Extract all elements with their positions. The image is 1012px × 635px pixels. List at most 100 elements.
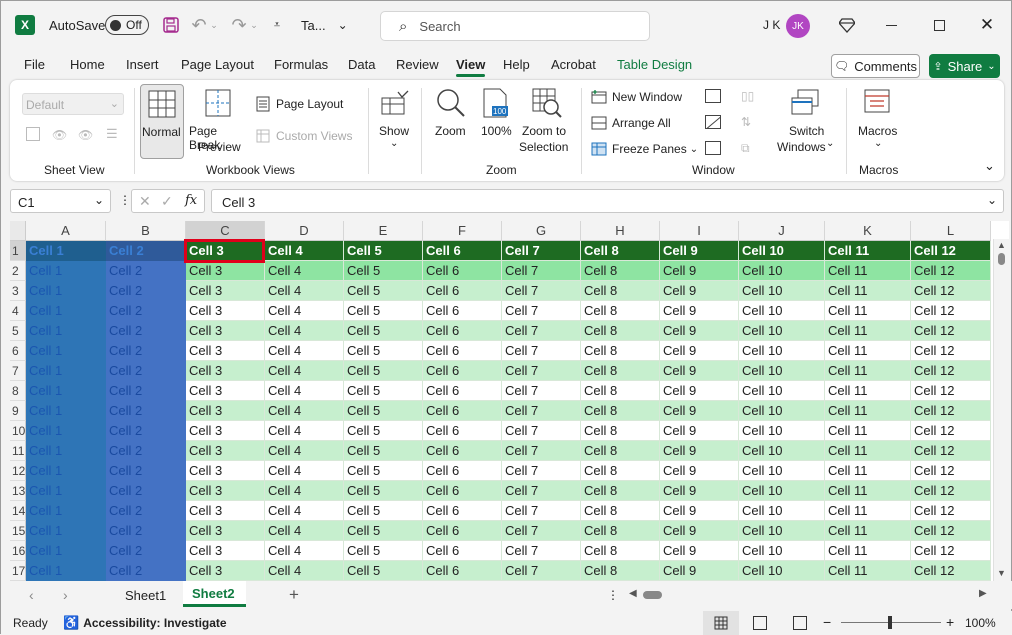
- table-cell[interactable]: Cell 11: [825, 341, 911, 361]
- row-header[interactable]: 8: [10, 381, 26, 401]
- tab-data[interactable]: Data: [348, 57, 375, 72]
- table-cell[interactable]: Cell 9: [660, 521, 739, 541]
- table-cell[interactable]: Cell 10: [739, 461, 825, 481]
- table-cell[interactable]: Cell 7: [502, 561, 581, 581]
- table-cell[interactable]: Cell 3: [186, 461, 265, 481]
- table-cell[interactable]: Cell 12: [911, 421, 991, 441]
- table-cell[interactable]: Cell 9: [660, 561, 739, 581]
- tab-table-design[interactable]: Table Design: [617, 57, 692, 72]
- switch-windows-button[interactable]: Switch Windows ⌄: [774, 84, 836, 159]
- table-cell[interactable]: Cell 12: [911, 441, 991, 461]
- cancel-icon[interactable]: ✕: [139, 193, 151, 210]
- table-cell[interactable]: Cell 4: [265, 561, 344, 581]
- vscroll-down-icon[interactable]: ▼: [997, 568, 1006, 578]
- table-cell[interactable]: Cell 12: [911, 561, 991, 581]
- arrange-all-button[interactable]: Arrange All: [591, 114, 671, 132]
- table-cell[interactable]: Cell 11: [825, 441, 911, 461]
- row-header[interactable]: 3: [10, 281, 26, 301]
- table-cell[interactable]: Cell 2: [106, 321, 186, 341]
- table-cell[interactable]: Cell 12: [911, 541, 991, 561]
- table-cell[interactable]: Cell 4: [265, 401, 344, 421]
- table-cell[interactable]: Cell 4: [265, 521, 344, 541]
- table-cell[interactable]: Cell 2: [106, 281, 186, 301]
- table-cell[interactable]: Cell 5: [344, 341, 423, 361]
- table-cell[interactable]: Cell 10: [739, 541, 825, 561]
- tab-file[interactable]: File: [24, 57, 45, 72]
- table-cell[interactable]: Cell 1: [26, 381, 106, 401]
- table-cell[interactable]: Cell 3: [186, 381, 265, 401]
- table-cell[interactable]: Cell 6: [423, 321, 502, 341]
- row-header[interactable]: 10: [10, 421, 26, 441]
- table-cell[interactable]: Cell 11: [825, 361, 911, 381]
- zoom-out-icon[interactable]: −: [823, 614, 831, 630]
- table-header-cell[interactable]: Cell 10: [739, 241, 825, 261]
- table-cell[interactable]: Cell 7: [502, 261, 581, 281]
- diamond-icon[interactable]: [837, 15, 857, 35]
- table-cell[interactable]: Cell 9: [660, 361, 739, 381]
- table-cell[interactable]: Cell 1: [26, 481, 106, 501]
- worksheet-grid[interactable]: A B C D E F G H I J K L 1 Cell 1 Cell 2 Cell 3 Cell 4 Cel…: [10, 221, 1009, 581]
- tab-help[interactable]: Help: [503, 57, 530, 72]
- table-cell[interactable]: Cell 3: [186, 401, 265, 421]
- table-cell[interactable]: Cell 2: [106, 401, 186, 421]
- table-cell[interactable]: Cell 11: [825, 261, 911, 281]
- column-header[interactable]: C: [186, 221, 265, 241]
- table-cell[interactable]: Cell 10: [739, 561, 825, 581]
- table-cell[interactable]: Cell 12: [911, 341, 991, 361]
- table-cell[interactable]: Cell 5: [344, 501, 423, 521]
- table-cell[interactable]: Cell 6: [423, 361, 502, 381]
- table-cell[interactable]: Cell 9: [660, 461, 739, 481]
- table-cell[interactable]: Cell 1: [26, 441, 106, 461]
- undo-icon[interactable]: ↶: [189, 15, 209, 35]
- row-header[interactable]: 16: [10, 541, 26, 561]
- table-cell[interactable]: Cell 4: [265, 381, 344, 401]
- table-cell[interactable]: Cell 9: [660, 321, 739, 341]
- table-cell[interactable]: Cell 8: [581, 281, 660, 301]
- column-header[interactable]: J: [739, 221, 825, 241]
- table-cell[interactable]: Cell 10: [739, 521, 825, 541]
- table-cell[interactable]: Cell 10: [739, 401, 825, 421]
- table-cell[interactable]: Cell 2: [106, 341, 186, 361]
- table-cell[interactable]: Cell 7: [502, 301, 581, 321]
- row-header[interactable]: 11: [10, 441, 26, 461]
- table-cell[interactable]: Cell 1: [26, 261, 106, 281]
- column-header[interactable]: F: [423, 221, 502, 241]
- table-cell[interactable]: Cell 2: [106, 501, 186, 521]
- table-cell[interactable]: Cell 4: [265, 261, 344, 281]
- table-cell[interactable]: Cell 3: [186, 481, 265, 501]
- table-cell[interactable]: Cell 7: [502, 341, 581, 361]
- avatar[interactable]: JK: [786, 14, 810, 38]
- formula-bar-options-icon[interactable]: ⋮: [119, 193, 131, 207]
- normal-view-button[interactable]: Normal: [140, 84, 184, 159]
- table-cell[interactable]: Cell 8: [581, 421, 660, 441]
- table-cell[interactable]: Cell 3: [186, 561, 265, 581]
- table-cell[interactable]: Cell 8: [581, 441, 660, 461]
- table-cell[interactable]: Cell 8: [581, 461, 660, 481]
- table-cell[interactable]: Cell 5: [344, 401, 423, 421]
- maximize-icon[interactable]: [929, 15, 949, 35]
- table-cell[interactable]: Cell 6: [423, 421, 502, 441]
- table-cell[interactable]: Cell 1: [26, 361, 106, 381]
- table-cell[interactable]: Cell 5: [344, 301, 423, 321]
- autosave-toggle[interactable]: Off: [105, 15, 149, 35]
- table-cell[interactable]: Cell 1: [26, 281, 106, 301]
- hscroll-left-icon[interactable]: ◀: [629, 588, 637, 599]
- table-cell[interactable]: Cell 4: [265, 361, 344, 381]
- table-cell[interactable]: Cell 7: [502, 281, 581, 301]
- table-cell[interactable]: Cell 9: [660, 401, 739, 421]
- table-cell[interactable]: Cell 4: [265, 441, 344, 461]
- table-cell[interactable]: Cell 8: [581, 261, 660, 281]
- zoom-to-selection-button[interactable]: Zoom to Selection: [518, 84, 576, 159]
- add-sheet-button[interactable]: +: [289, 585, 299, 605]
- tab-page-layout[interactable]: Page Layout: [181, 57, 254, 72]
- comments-button[interactable]: 🗨 Comments: [831, 54, 920, 78]
- page-layout-status-icon[interactable]: [753, 616, 767, 630]
- sheet-view-new-icon[interactable]: 👁: [78, 128, 93, 142]
- table-header-cell[interactable]: Cell 4: [265, 241, 344, 261]
- table-cell[interactable]: Cell 3: [186, 361, 265, 381]
- table-header-cell[interactable]: Cell 12: [911, 241, 991, 261]
- customize-qat-icon[interactable]: ⩡: [269, 15, 285, 35]
- reset-window-icon[interactable]: ⧉: [741, 141, 750, 156]
- table-cell[interactable]: Cell 4: [265, 281, 344, 301]
- row-header[interactable]: 9: [10, 401, 26, 421]
